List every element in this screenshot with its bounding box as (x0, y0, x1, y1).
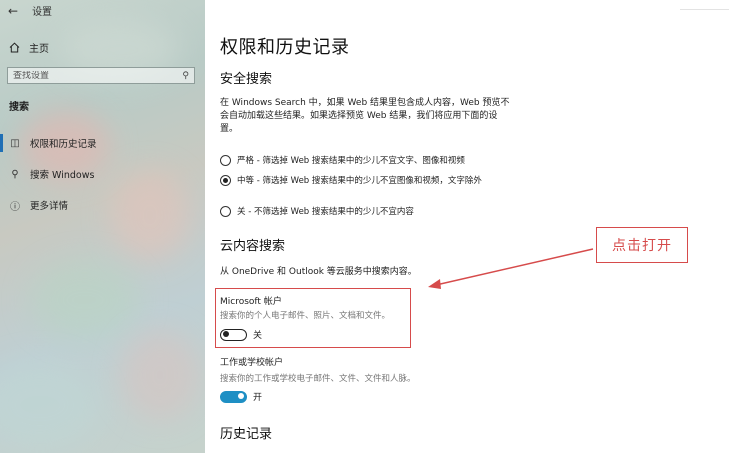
safe-search-strict-radio[interactable]: 严格 - 筛选掉 Web 搜索结果中的少儿不宜文字、图像和视频 (220, 155, 517, 168)
title-bar: ← 设置 (8, 3, 53, 19)
sidebar: ← 设置 主页 ⚲ 搜索 ◫ 权限和历史记录 ⚲ 搜索 Windows ⓘ (0, 0, 205, 453)
cloud-search-heading: 云内容搜索 (220, 239, 286, 254)
radio-circle[interactable] (220, 206, 231, 217)
work-account-title: 工作或学校帐户 (220, 358, 284, 368)
sidebar-item-search-windows[interactable]: ⚲ 搜索 Windows (0, 163, 205, 185)
radio-circle[interactable] (220, 155, 231, 166)
microsoft-account-subtitle: 搜索你的个人电子邮件、照片、文档和文件。 (220, 311, 391, 321)
annotation-callout: 点击打开 (596, 227, 688, 263)
info-icon: ⓘ (10, 201, 20, 213)
permissions-icon: ◫ (10, 137, 20, 149)
search-icon[interactable]: ⚲ (182, 71, 189, 81)
safe-search-moderate-radio[interactable]: 中等 - 筛选掉 Web 搜索结果中的少儿不宜图像和视频，文字除外 (220, 175, 517, 188)
microsoft-account-toggle[interactable] (220, 328, 247, 341)
radio-label: 关 - 不筛选掉 Web 搜索结果中的少儿不宜内容 (237, 207, 414, 217)
sidebar-item-more-details[interactable]: ⓘ 更多详情 (0, 194, 205, 216)
history-heading: 历史记录 (220, 427, 273, 442)
radio-circle-selected[interactable] (220, 175, 231, 186)
safe-search-description: 在 Windows Search 中，如果 Web 结果里包含成人内容，Web … (220, 98, 510, 134)
settings-search-input[interactable] (13, 70, 163, 81)
cloud-search-description: 从 OneDrive 和 Outlook 等云服务中搜索内容。 (220, 267, 417, 277)
work-account-toggle[interactable] (220, 390, 247, 403)
microsoft-account-title: Microsoft 帐户 (220, 297, 282, 307)
sidebar-item-label: 更多详情 (30, 201, 69, 212)
microsoft-account-toggle-row: 关 (220, 328, 262, 341)
home-label: 主页 (29, 44, 49, 55)
work-account-toggle-row: 开 (220, 390, 262, 403)
radio-label: 严格 - 筛选掉 Web 搜索结果中的少儿不宜文字、图像和视频 (237, 156, 465, 166)
sidebar-item-label: 权限和历史记录 (30, 139, 97, 150)
safe-search-heading: 安全搜索 (220, 72, 273, 87)
back-arrow-icon[interactable]: ← (8, 4, 18, 18)
corner-divider (680, 0, 729, 10)
page-title: 权限和历史记录 (220, 37, 350, 58)
window-title: 设置 (32, 7, 53, 18)
toggle-state-label: 开 (253, 393, 263, 403)
active-indicator (0, 134, 3, 152)
sidebar-item-permissions-history[interactable]: ◫ 权限和历史记录 (0, 132, 205, 154)
work-account-subtitle: 搜索你的工作或学校电子邮件、文件、文件和人脉。 (220, 374, 416, 384)
toggle-state-label: 关 (253, 331, 263, 341)
sidebar-section-label: 搜索 (9, 102, 29, 113)
settings-search-box[interactable]: ⚲ (7, 67, 195, 84)
sidebar-item-label: 搜索 Windows (30, 170, 95, 181)
home-icon (9, 42, 20, 53)
radio-label: 中等 - 筛选掉 Web 搜索结果中的少儿不宜图像和视频，文字除外 (237, 176, 482, 186)
search-icon: ⚲ (11, 168, 19, 180)
home-nav-item[interactable]: 主页 (9, 40, 49, 55)
safe-search-off-radio[interactable]: 关 - 不筛选掉 Web 搜索结果中的少儿不宜内容 (220, 206, 517, 219)
